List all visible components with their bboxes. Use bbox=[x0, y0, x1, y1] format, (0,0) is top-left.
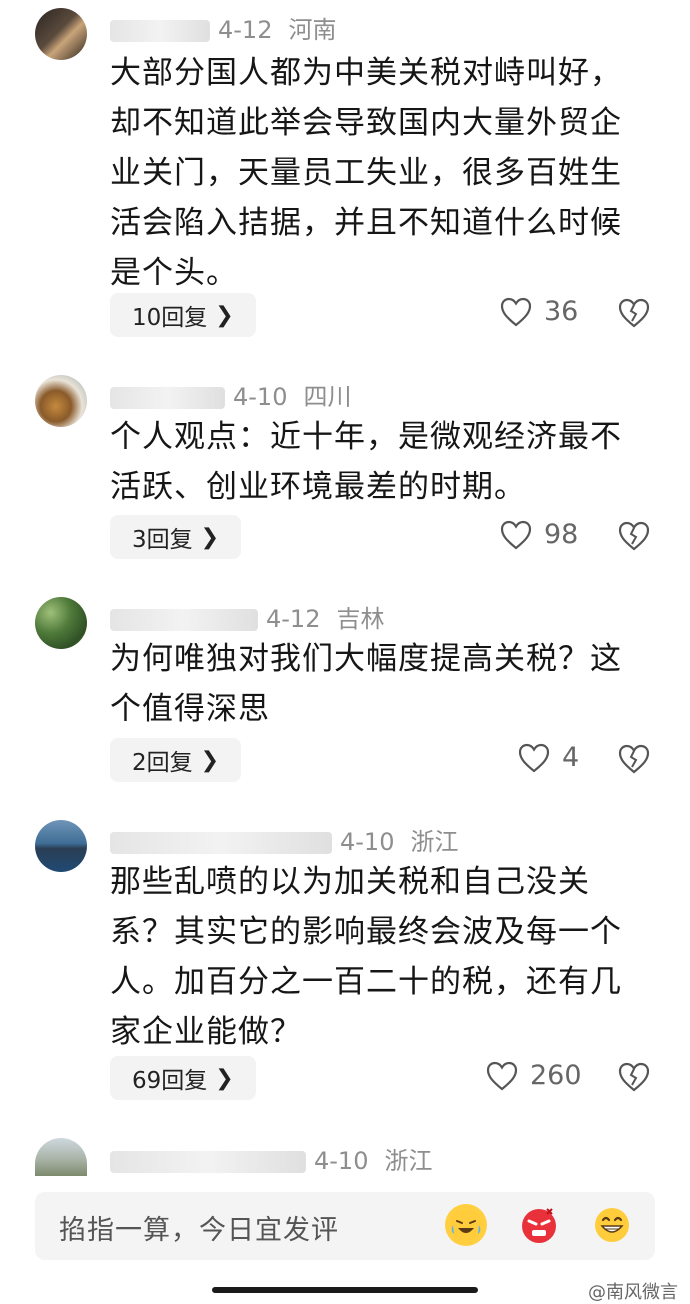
angry-face-emoji-icon[interactable] bbox=[518, 1204, 560, 1246]
username-blurred[interactable] bbox=[110, 832, 332, 854]
reply-count-button[interactable]: 69回复 ❯ bbox=[110, 1056, 256, 1100]
like-count: 98 bbox=[544, 519, 579, 550]
dislike-button[interactable] bbox=[618, 1062, 650, 1096]
like-button[interactable]: 98 bbox=[500, 519, 578, 550]
comment-meta: 4-12 吉林 bbox=[110, 599, 384, 634]
comment-meta: 4-10 浙江 bbox=[110, 1141, 432, 1176]
broken-heart-icon bbox=[618, 744, 650, 774]
reply-count-button[interactable]: 3回复 ❯ bbox=[110, 515, 242, 559]
username-blurred[interactable] bbox=[110, 387, 225, 409]
chevron-right-icon: ❯ bbox=[215, 302, 234, 328]
comment-date: 4-12 bbox=[266, 605, 321, 633]
comment-date: 4-10 bbox=[314, 1147, 369, 1175]
comment-location: 浙江 bbox=[410, 828, 459, 856]
like-button[interactable]: 36 bbox=[500, 296, 578, 327]
watermark: @南风微言 bbox=[588, 1282, 678, 1303]
like-button[interactable]: 4 bbox=[518, 742, 579, 773]
chevron-right-icon: ❯ bbox=[200, 747, 220, 773]
avatar[interactable] bbox=[35, 1138, 87, 1176]
broken-heart-icon bbox=[618, 1062, 650, 1092]
heart-outline-icon bbox=[518, 743, 550, 772]
reply-count-label: 10回复 bbox=[132, 305, 208, 331]
username-blurred[interactable] bbox=[110, 1151, 306, 1173]
avatar[interactable] bbox=[35, 597, 87, 649]
angry-face-emoji-glyph bbox=[522, 1208, 556, 1243]
like-count: 260 bbox=[530, 1060, 582, 1091]
like-button[interactable]: 260 bbox=[486, 1060, 582, 1091]
broken-heart-icon bbox=[618, 521, 650, 551]
username-blurred[interactable] bbox=[110, 20, 210, 42]
reply-count-label: 3回复 bbox=[132, 527, 193, 553]
comment-text: 那些乱喷的以为加关税和自己没关系？其实它的影响最终会波及每一个人。加百分之一百二… bbox=[110, 864, 622, 1050]
like-count: 36 bbox=[544, 296, 579, 327]
avatar[interactable] bbox=[35, 8, 87, 60]
comment-date: 4-12 bbox=[218, 16, 273, 44]
broken-heart-icon bbox=[618, 298, 650, 328]
comment-date: 4-10 bbox=[340, 828, 395, 856]
comment-location: 浙江 bbox=[384, 1147, 433, 1175]
home-indicator[interactable] bbox=[212, 1287, 478, 1293]
comment-text: 大部分国人都为中美关税对峙叫好，却不知道此举会导致国内大量外贸企业关门，天量员工… bbox=[110, 55, 622, 291]
crying-laughing-emoji-glyph bbox=[450, 1209, 482, 1241]
dislike-button[interactable] bbox=[618, 298, 650, 332]
comment-text: 个人观点：近十年，是微观经济最不活跃、创业环境最差的时期。 bbox=[110, 419, 622, 505]
dislike-button[interactable] bbox=[618, 521, 650, 555]
heart-outline-icon bbox=[500, 297, 532, 326]
like-count: 4 bbox=[562, 742, 580, 773]
comment-location: 吉林 bbox=[336, 605, 385, 633]
comment-location: 四川 bbox=[303, 383, 352, 411]
grinning-face-emoji-glyph bbox=[595, 1208, 629, 1242]
comment-location: 河南 bbox=[288, 16, 337, 44]
grinning-face-emoji-icon[interactable] bbox=[591, 1204, 633, 1246]
crying-laughing-emoji-icon[interactable] bbox=[445, 1204, 487, 1246]
comment-date: 4-10 bbox=[233, 383, 288, 411]
avatar[interactable] bbox=[35, 375, 87, 427]
comment-input-placeholder[interactable]: 掐指一算，今日宜发评 bbox=[59, 1208, 339, 1247]
avatar[interactable] bbox=[35, 820, 87, 872]
reply-count-label: 69回复 bbox=[132, 1068, 208, 1094]
chevron-right-icon: ❯ bbox=[215, 1065, 234, 1091]
comment-meta: 4-12 河南 bbox=[110, 10, 336, 45]
comment-text: 为何唯独对我们大幅度提高关税？这个值得深思 bbox=[110, 641, 622, 727]
reply-count-label: 2回复 bbox=[132, 750, 193, 776]
username-blurred[interactable] bbox=[110, 609, 258, 631]
chevron-right-icon: ❯ bbox=[200, 524, 220, 550]
comment-input-bar[interactable]: 掐指一算，今日宜发评 bbox=[35, 1192, 655, 1260]
reply-count-button[interactable]: 10回复 ❯ bbox=[110, 293, 256, 337]
reply-count-button[interactable]: 2回复 ❯ bbox=[110, 738, 242, 782]
comment-meta: 4-10 四川 bbox=[110, 377, 351, 412]
heart-outline-icon bbox=[500, 520, 532, 549]
comment-meta: 4-10 浙江 bbox=[110, 822, 458, 857]
dislike-button[interactable] bbox=[618, 744, 650, 778]
heart-outline-icon bbox=[486, 1061, 518, 1090]
